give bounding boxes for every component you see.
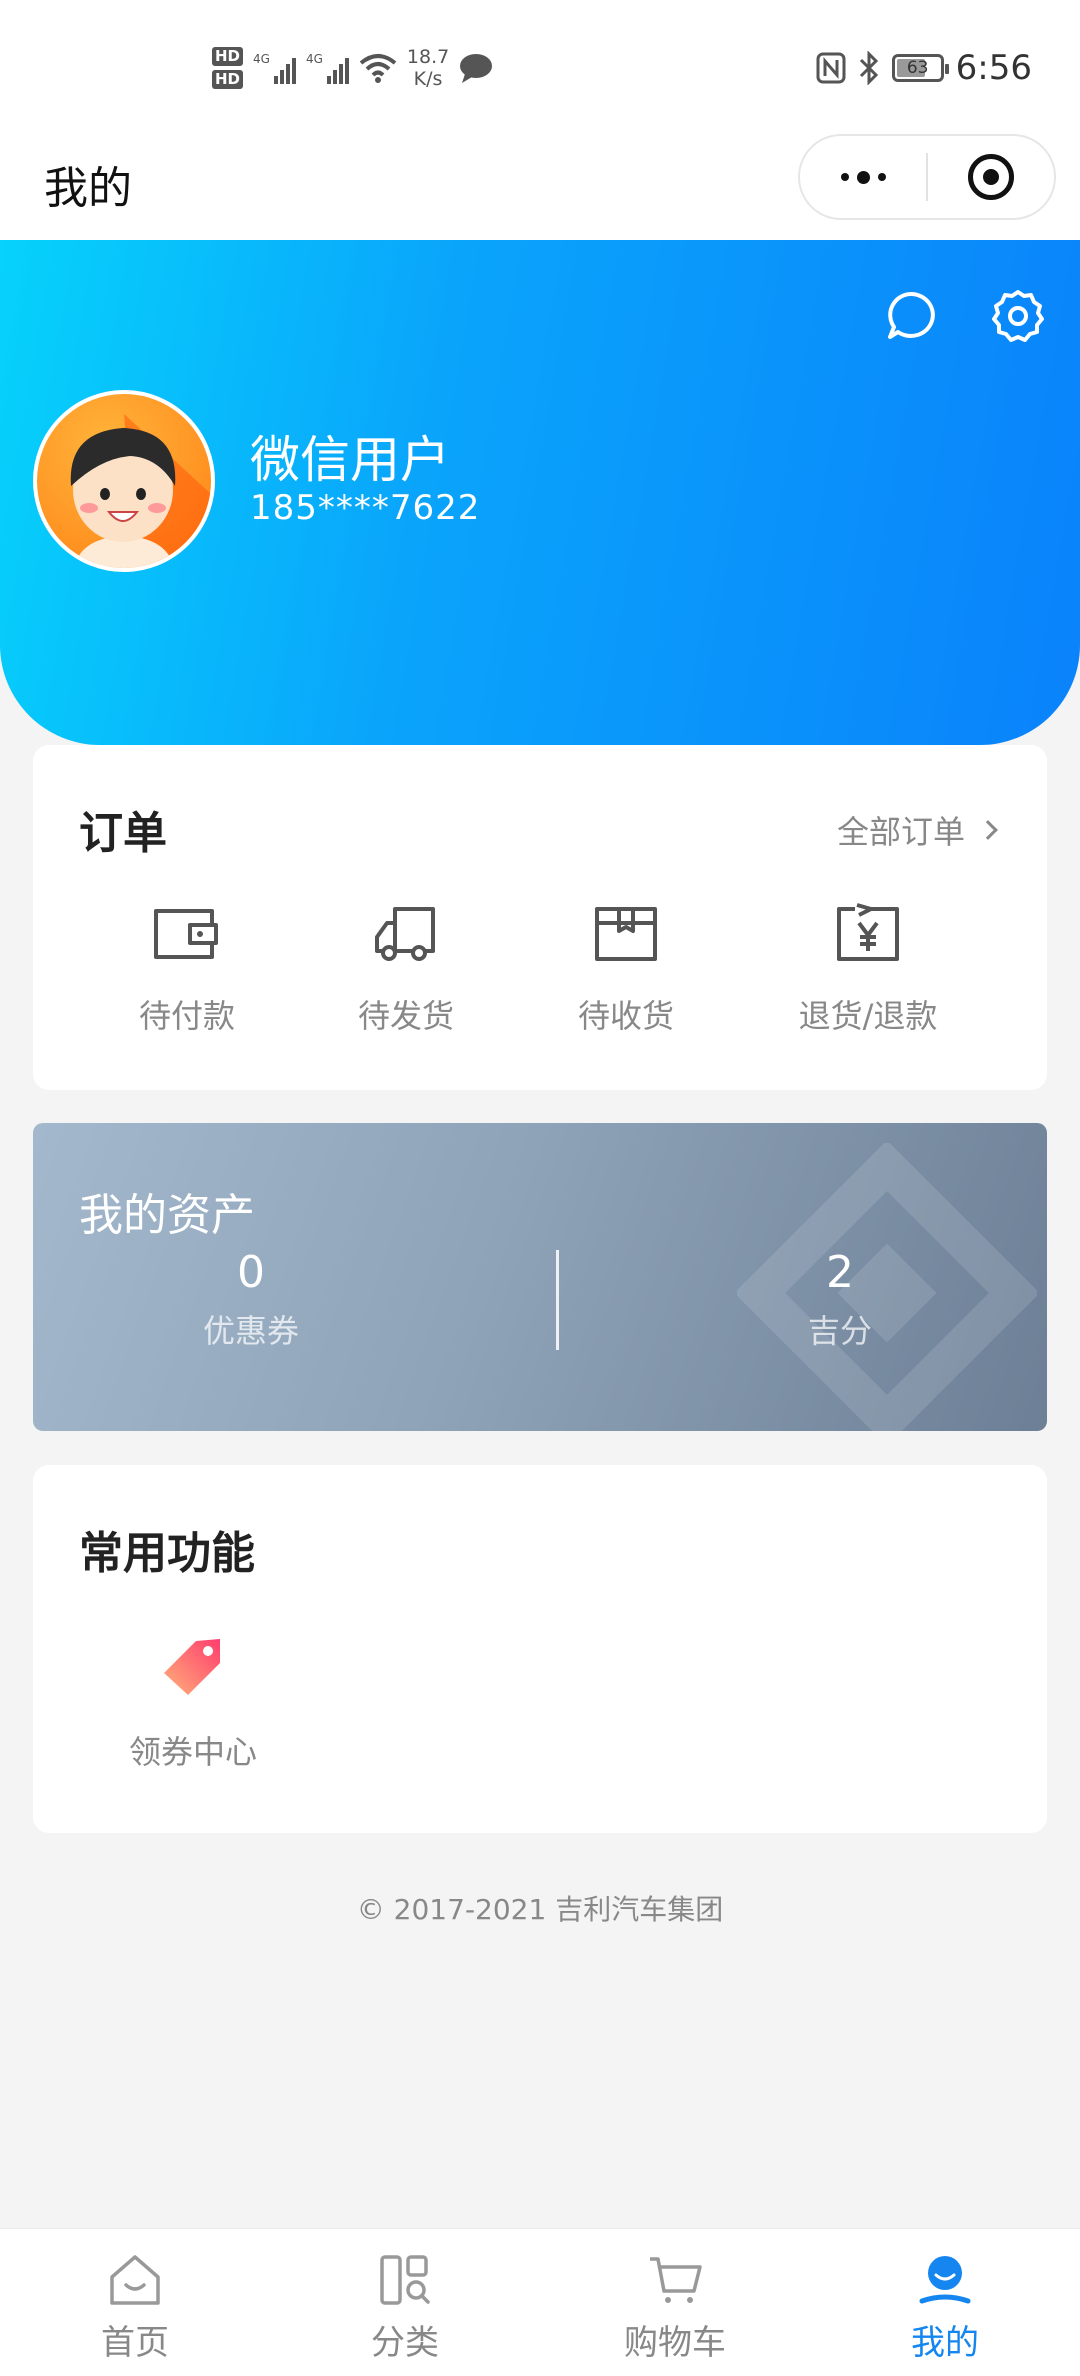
user-name: 微信用户 <box>250 431 450 489</box>
target-circle-icon <box>968 154 1014 200</box>
status-left: HD HD 4G 4G 18.7 K/s <box>212 40 493 96</box>
chevron-right-icon <box>978 820 998 840</box>
message-icon[interactable] <box>884 288 940 344</box>
nav-bar: 我的 <box>0 130 1080 240</box>
status-time: 6:56 <box>955 48 1032 88</box>
order-item-label: 退货/退款 <box>798 997 938 1035</box>
coupons-label: 优惠券 <box>202 1312 299 1350</box>
points-label: 吉分 <box>807 1312 872 1350</box>
avatar-cartoon-icon <box>70 414 211 568</box>
all-orders-link[interactable]: 全部订单 <box>836 807 998 853</box>
home-icon <box>110 2255 160 2305</box>
order-item-label: 待发货 <box>357 997 454 1035</box>
tab-label: 首页 <box>101 2323 169 2363</box>
orders-card: 订单 全部订单 待付款 待发货 待收货 退货/退款 <box>33 745 1047 1090</box>
tab-home[interactable]: 首页 <box>0 2229 270 2376</box>
network-speed: 18.7 K/s <box>406 46 450 90</box>
coupons-stat[interactable]: 0 优惠券 <box>101 1247 401 1352</box>
battery-level: 63 <box>906 58 929 78</box>
orders-title: 订单 <box>79 808 167 859</box>
coupon-center-label: 领券中心 <box>128 1733 257 1771</box>
page-title: 我的 <box>44 163 132 214</box>
battery-icon: 63 <box>891 54 949 82</box>
points-value: 2 <box>826 1247 854 1298</box>
category-icon <box>380 2255 430 2305</box>
coupon-center-item[interactable]: 领券中心 <box>93 1633 293 1773</box>
profile-icon <box>919 2256 971 2304</box>
user-phone: 185****7622 <box>250 488 481 528</box>
tab-label: 我的 <box>911 2323 979 2363</box>
coupon-tag-icon <box>164 1639 220 1695</box>
assets-title: 我的资产 <box>79 1190 255 1241</box>
order-pending-receipt[interactable]: 待收货 <box>526 903 726 1037</box>
hd-badge-1: HD <box>212 47 244 66</box>
profile-header: 微信用户 185****7622 <box>0 240 1080 745</box>
tab-category[interactable]: 分类 <box>270 2229 540 2376</box>
order-pending-payment[interactable]: 待付款 <box>87 903 287 1037</box>
status-right: 63 6:56 <box>816 44 1032 92</box>
hd-badge-2: HD <box>212 70 244 89</box>
signal-icon-2: 4G <box>306 52 349 84</box>
order-pending-shipment[interactable]: 待发货 <box>306 903 506 1037</box>
functions-title: 常用功能 <box>79 1528 255 1579</box>
all-orders-label: 全部订单 <box>836 813 965 851</box>
refund-icon <box>837 903 899 961</box>
avatar[interactable] <box>33 390 215 572</box>
assets-card: 我的资产 0 优惠券 2 吉分 <box>33 1123 1047 1431</box>
order-refund[interactable]: 退货/退款 <box>768 903 968 1037</box>
wallet-icon <box>154 909 218 959</box>
bluetooth-icon <box>859 51 878 85</box>
tab-label: 分类 <box>371 2323 439 2363</box>
status-bar: HD HD 4G 4G 18.7 K/s 63 6:56 <box>0 0 1080 130</box>
coupons-value: 0 <box>237 1247 265 1298</box>
settings-gear-icon[interactable] <box>990 288 1046 344</box>
cart-icon <box>650 2257 702 2303</box>
tab-bar: 首页 分类 购物车 我的 <box>0 2228 1080 2376</box>
more-button[interactable] <box>800 136 926 218</box>
package-icon <box>595 907 657 961</box>
nfc-icon <box>816 52 846 84</box>
mini-program-capsule <box>798 134 1056 220</box>
close-miniprogram-button[interactable] <box>928 136 1054 218</box>
truck-icon <box>375 907 435 961</box>
order-item-label: 待付款 <box>138 997 235 1035</box>
more-dots-icon <box>840 170 886 184</box>
assets-divider <box>556 1250 559 1350</box>
signal-icon-1: 4G <box>253 52 296 84</box>
tab-cart[interactable]: 购物车 <box>540 2229 810 2376</box>
copyright-text: © 2017-2021 吉利汽车集团 <box>356 1893 724 1926</box>
tab-profile[interactable]: 我的 <box>810 2229 1080 2376</box>
message-bubble-icon <box>460 54 493 83</box>
functions-card: 常用功能 领券中心 <box>33 1465 1047 1833</box>
points-stat[interactable]: 2 吉分 <box>690 1247 990 1352</box>
order-item-label: 待收货 <box>577 997 674 1035</box>
tab-label: 购物车 <box>624 2323 726 2363</box>
wifi-icon <box>359 54 397 83</box>
